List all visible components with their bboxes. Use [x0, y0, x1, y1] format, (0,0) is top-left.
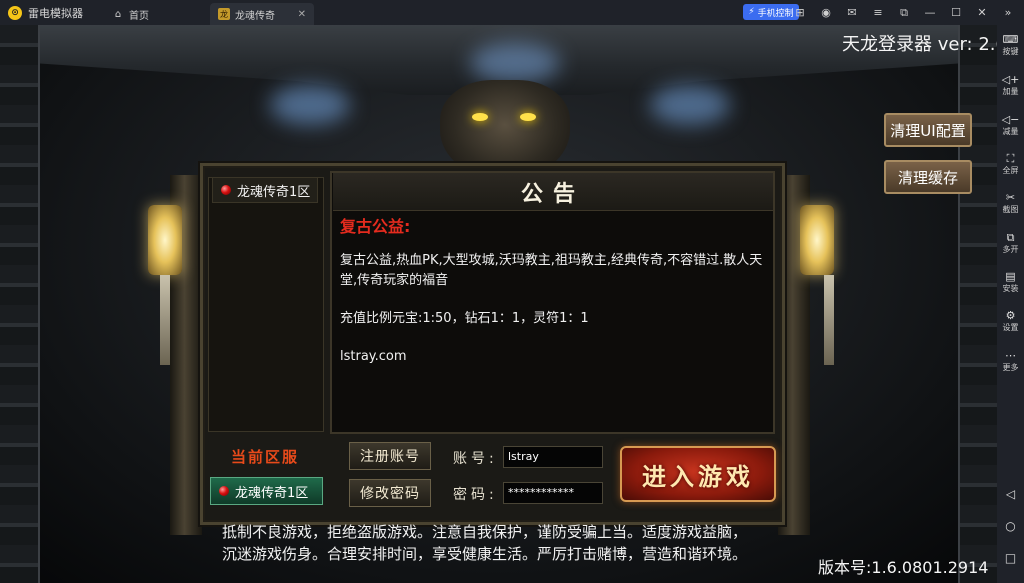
sidebar-item-more[interactable]: ⋯ 更多: [997, 349, 1024, 373]
multi-instance-icon: ⧉: [1006, 231, 1015, 244]
sidebar-item-volume-down[interactable]: ◁− 减量: [997, 113, 1024, 137]
app-name: 雷电模拟器: [28, 6, 83, 20]
dragon-glow-left: [270, 85, 350, 125]
sidebar-item-label: 减量: [1002, 127, 1019, 136]
current-server-label: 当前区服: [230, 448, 299, 466]
password-label: 密码:: [453, 487, 498, 503]
stone-wall-left: [0, 25, 40, 583]
skull-eye-right: [520, 113, 536, 121]
stone-wall-right: [958, 25, 997, 583]
recent-apps-icon[interactable]: □: [997, 551, 1024, 565]
scissors-icon: ✂: [1005, 191, 1016, 204]
sidebar-item-multi-instance[interactable]: ⧉ 多开: [997, 231, 1024, 255]
notice-body: 复古公益: 复古公益,热血PK,大型攻城,沃玛教主,祖玛教主,经典传奇,不容错过…: [340, 217, 765, 385]
dragon-glow-right: [650, 85, 730, 125]
tab-home[interactable]: ⌂ 首页: [104, 3, 204, 25]
notice-subtitle: 复古公益:: [340, 217, 411, 236]
volume-down-icon: ◁−: [1001, 113, 1020, 126]
enter-game-button[interactable]: 进入游戏: [620, 446, 776, 502]
keyboard-icon: ⌨: [1002, 33, 1019, 46]
phone-control-label: 手机控制: [757, 8, 794, 19]
emulator-sidebar: ⌨ 按键 ◁+ 加量 ◁− 减量 ⛶ 全屏 ✂ 截图 ⧉ 多开 ▤ 安装 ⚙ 设…: [997, 25, 1024, 583]
tassel-right: [824, 275, 834, 365]
emulator-logo-icon: ⊙: [8, 5, 22, 20]
notice-link[interactable]: lstray.com: [340, 347, 765, 367]
sidebar-item-label: 设置: [1002, 323, 1019, 332]
sidebar-item-label: 全屏: [1002, 166, 1019, 175]
menu-icon[interactable]: ≡: [872, 6, 884, 19]
clear-ui-config-button[interactable]: 清理UI配置: [884, 113, 972, 147]
notice-header: 公告: [333, 173, 773, 211]
notice-line: 复古公益,热血PK,大型攻城,沃玛教主,祖玛教主,经典传奇,不容错过.散人天堂,…: [340, 253, 763, 288]
tab-home-label: 首页: [129, 10, 149, 22]
more-icon: ⋯: [1005, 349, 1016, 362]
minimize-icon[interactable]: —: [924, 6, 936, 19]
apk-install-icon: ▤: [1005, 270, 1016, 283]
sidebar-item-label: 截图: [1002, 205, 1019, 214]
sidebar-item-label: 按键: [1002, 47, 1019, 56]
close-window-icon[interactable]: ✕: [976, 6, 988, 19]
launcher-title: 天龙登录器 ver: 2.6: [842, 34, 997, 55]
sidebar-item-label: 安装: [1002, 284, 1019, 293]
phone-control-button[interactable]: ⚡ 手机控制: [743, 4, 799, 20]
server-list: [208, 177, 324, 432]
tab-game[interactable]: 龙 龙魂传奇 ✕: [210, 3, 314, 25]
server-list-item-label: 龙魂传奇1区: [237, 184, 311, 200]
home-icon: ⌂: [114, 8, 122, 20]
current-server[interactable]: 龙魂传奇1区: [210, 477, 323, 505]
health-notice-line: 沉迷游戏伤身。合理安排时间，享受健康生活。严厉打击赌博，营造和谐环境。: [222, 545, 748, 563]
password-input[interactable]: ************: [503, 482, 603, 504]
sidebar-item-fullscreen[interactable]: ⛶ 全屏: [997, 152, 1024, 176]
skull-eye-left: [472, 113, 488, 121]
server-list-item[interactable]: 龙魂传奇1区: [212, 177, 318, 203]
tassel-left: [160, 275, 170, 365]
mail-icon[interactable]: ✉: [846, 6, 858, 19]
fullscreen-icon: ⛶: [1006, 152, 1015, 165]
sidebar-item-install[interactable]: ▤ 安装: [997, 270, 1024, 294]
register-account-button[interactable]: 注册账号: [349, 442, 431, 470]
change-password-button[interactable]: 修改密码: [349, 479, 431, 507]
home-nav-icon[interactable]: ○: [997, 519, 1024, 533]
game-icon: 龙: [218, 8, 230, 20]
sidebar-item-label: 多开: [1002, 245, 1019, 254]
phone-control-icon: ⚡: [748, 7, 755, 17]
account-label: 账号:: [453, 451, 498, 467]
close-tab-icon[interactable]: ✕: [298, 9, 306, 20]
volume-up-icon: ◁+: [1001, 73, 1020, 86]
health-notice-line: 抵制不良游戏，拒绝盗版游戏。注意自我保护，谨防受骗上当。适度游戏益脑，: [222, 523, 748, 541]
tab-game-label: 龙魂传奇: [235, 10, 275, 22]
account-icon[interactable]: ◉: [820, 6, 832, 19]
maximize-icon[interactable]: ☐: [950, 6, 962, 19]
back-icon[interactable]: ◁: [997, 487, 1024, 501]
sidebar-item-keys[interactable]: ⌨ 按键: [997, 33, 1024, 57]
sidebar-item-volume-up[interactable]: ◁+ 加量: [997, 73, 1024, 97]
notice-line: 充值比例元宝:1:50，钻石1：1，灵符1：1: [340, 311, 589, 326]
account-input[interactable]: lstray: [503, 446, 603, 468]
collapse-sidebar-icon[interactable]: »: [1002, 6, 1014, 19]
popout-icon[interactable]: ⧉: [898, 6, 910, 20]
clear-cache-button[interactable]: 清理缓存: [884, 160, 972, 194]
emulator-title-bar: ⊙ 雷电模拟器 ⌂ 首页 龙 龙魂传奇 ✕ ⚡ 手机控制 ⊞ ◉ ✉ ≡ ⧉ —…: [0, 0, 1024, 25]
current-server-status-icon: [219, 486, 229, 496]
dragon-glow-top: [470, 43, 560, 83]
sidebar-item-settings[interactable]: ⚙ 设置: [997, 309, 1024, 333]
sidebar-item-screenshot[interactable]: ✂ 截图: [997, 191, 1024, 215]
notice-title: 公告: [520, 180, 585, 207]
settings-icon: ⚙: [1005, 309, 1016, 322]
server-status-icon: [221, 185, 231, 195]
window-controls: ⊞ ◉ ✉ ≡ ⧉ — ☐ ✕ »: [794, 0, 1014, 25]
lantern-left: [148, 205, 182, 275]
game-viewport: 天龙登录器 ver: 2.6 清理UI配置 清理缓存 龙魂传奇1区 公告 复古公…: [0, 25, 997, 583]
sidebar-item-label: 更多: [1002, 363, 1019, 372]
current-server-name: 龙魂传奇1区: [235, 485, 309, 501]
sidebar-item-label: 加量: [1002, 87, 1019, 96]
gamepad-icon[interactable]: ⊞: [794, 6, 806, 19]
health-notice: 抵制不良游戏，拒绝盗版游戏。注意自我保护，谨防受骗上当。适度游戏益脑， 沉迷游戏…: [222, 521, 792, 565]
lantern-right: [800, 205, 834, 275]
version-number: 版本号:1.6.0801.2914: [818, 558, 989, 577]
